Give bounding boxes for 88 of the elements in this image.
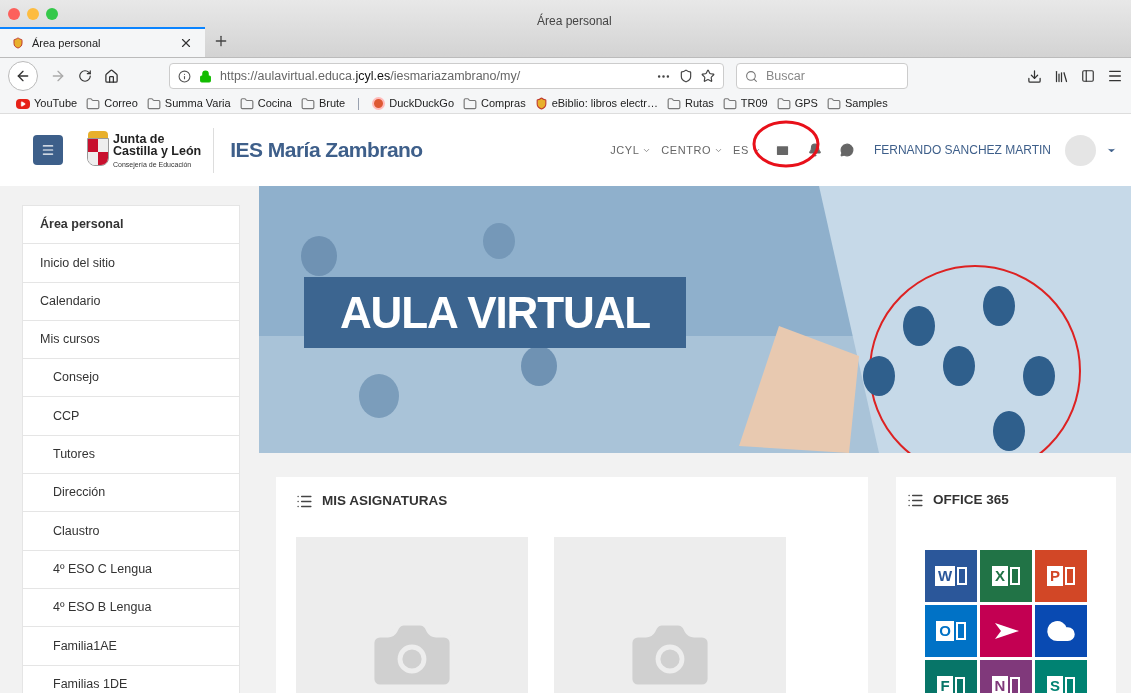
browser-tab[interactable]: Área personal: [0, 27, 205, 57]
bookmark-link[interactable]: eBiblio: libros electr…: [551, 95, 659, 112]
bell-icon[interactable]: [807, 143, 822, 157]
sidebar-item[interactable]: Inicio del sitio: [23, 244, 239, 283]
crest-icon: [12, 37, 24, 49]
youtube-icon: [16, 98, 30, 109]
url-text: https://aulavirtual.educa.jcyl.es/iesmariazambrano/my/: [220, 67, 522, 85]
bookmark-link[interactable]: YouTube: [34, 95, 78, 112]
folder-icon: [239, 96, 254, 111]
app-tile[interactable]: P: [1035, 550, 1087, 603]
menu-icon[interactable]: [1107, 68, 1123, 84]
folder-icon: [826, 96, 841, 111]
bookmark-star-icon[interactable]: [701, 69, 715, 83]
window-title: Área personal: [537, 12, 612, 30]
info-icon[interactable]: [178, 69, 191, 83]
sidebar-item[interactable]: Dirección: [23, 474, 239, 513]
site-title[interactable]: IES María Zambrano: [230, 134, 423, 166]
document-icon: [1065, 677, 1075, 693]
folder-icon: [667, 96, 682, 111]
user-name[interactable]: FERNANDO SANCHEZ MARTIN: [873, 141, 1051, 159]
app-tile[interactable]: [980, 605, 1032, 658]
sidebar-item[interactable]: Familias 1DE: [23, 665, 239, 693]
logo-text: Castilla y León: [113, 145, 202, 158]
crest-icon: [534, 97, 548, 110]
back-button[interactable]: [8, 61, 38, 91]
app-tile[interactable]: N: [980, 660, 1032, 693]
bookmark-link[interactable]: Compras: [481, 95, 526, 112]
folder-icon: [300, 96, 315, 111]
document-icon: [1010, 567, 1020, 586]
bookmark-link[interactable]: TR09: [740, 95, 768, 112]
folder-icon: [463, 96, 478, 111]
library-icon[interactable]: [1054, 68, 1069, 84]
document-icon: [1065, 567, 1075, 586]
sidebar-item[interactable]: Tutores: [23, 435, 239, 475]
folder-icon: [722, 96, 737, 111]
download-icon[interactable]: [1027, 68, 1042, 84]
app-tile[interactable]: [1035, 605, 1087, 658]
bookmark-link[interactable]: Cocina: [257, 95, 292, 112]
bookmark-link[interactable]: Samples: [844, 95, 888, 112]
sidebar-item[interactable]: 4º ESO C Lengua: [23, 550, 239, 589]
app-tile[interactable]: O: [925, 605, 977, 658]
document-icon: [954, 677, 965, 693]
logo-text: Junta de: [113, 132, 166, 145]
search-field[interactable]: Buscar: [736, 63, 908, 89]
bookmark-link[interactable]: Correo: [104, 95, 138, 112]
sidebar-item[interactable]: Mis cursos: [23, 320, 239, 360]
document-icon: [1010, 677, 1021, 693]
nav-menu[interactable]: JCYL: [610, 141, 652, 159]
sidebar-item[interactable]: Familia1AE: [23, 627, 239, 666]
reload-icon[interactable]: [78, 69, 92, 83]
app-tile[interactable]: X: [980, 550, 1032, 603]
bookmark-link[interactable]: Rutas: [685, 95, 714, 112]
search-icon: [745, 69, 758, 83]
folder-icon: [776, 96, 791, 111]
card-title: MIS ASIGNATURAS: [322, 492, 448, 510]
close-tab-icon[interactable]: [179, 36, 193, 50]
nav-menu[interactable]: ES: [733, 141, 761, 159]
address-bar[interactable]: https://aulavirtual.educa.jcyl.es/iesmariazambrano/my/: [169, 63, 724, 89]
new-tab-icon[interactable]: [213, 33, 229, 49]
card-title: OFFICE 365: [933, 491, 1009, 509]
folder-icon: [146, 96, 161, 111]
bookmark-link[interactable]: Brute: [318, 95, 346, 112]
sidebar-item[interactable]: Claustro: [23, 512, 239, 551]
bookmark-link[interactable]: GPS: [794, 95, 818, 112]
lock-icon: [199, 69, 212, 83]
sidebar-item[interactable]: Calendario: [23, 282, 239, 321]
menu-icon: [41, 143, 55, 157]
sidebar-item[interactable]: Área personal: [23, 206, 239, 245]
sidebar-item[interactable]: 4º ESO B Lengua: [23, 588, 239, 628]
document-icon: [955, 622, 966, 641]
menu-button[interactable]: [33, 135, 63, 165]
home-icon[interactable]: [104, 68, 119, 84]
sidebar-icon[interactable]: [1081, 69, 1095, 83]
app-tile[interactable]: W: [925, 550, 977, 603]
nav-menu[interactable]: CENTRO: [661, 141, 724, 159]
sidebar-item[interactable]: CCP: [23, 397, 239, 436]
app-tile[interactable]: S: [1035, 660, 1087, 693]
bookmark-link[interactable]: DuckDuckGo: [389, 95, 455, 112]
folder-icon: [86, 96, 101, 111]
document-icon: [957, 567, 968, 586]
chat-icon[interactable]: [839, 143, 854, 157]
banner-title: AULA VIRTUAL: [339, 286, 651, 339]
app-tile[interactable]: F: [925, 660, 977, 693]
duck-icon: [372, 97, 386, 110]
sidebar-item[interactable]: Consejo: [23, 359, 239, 398]
crest-icon: [87, 131, 109, 169]
bookmark-link[interactable]: Summa Varia: [164, 95, 231, 112]
highlight-circle: [751, 118, 822, 169]
